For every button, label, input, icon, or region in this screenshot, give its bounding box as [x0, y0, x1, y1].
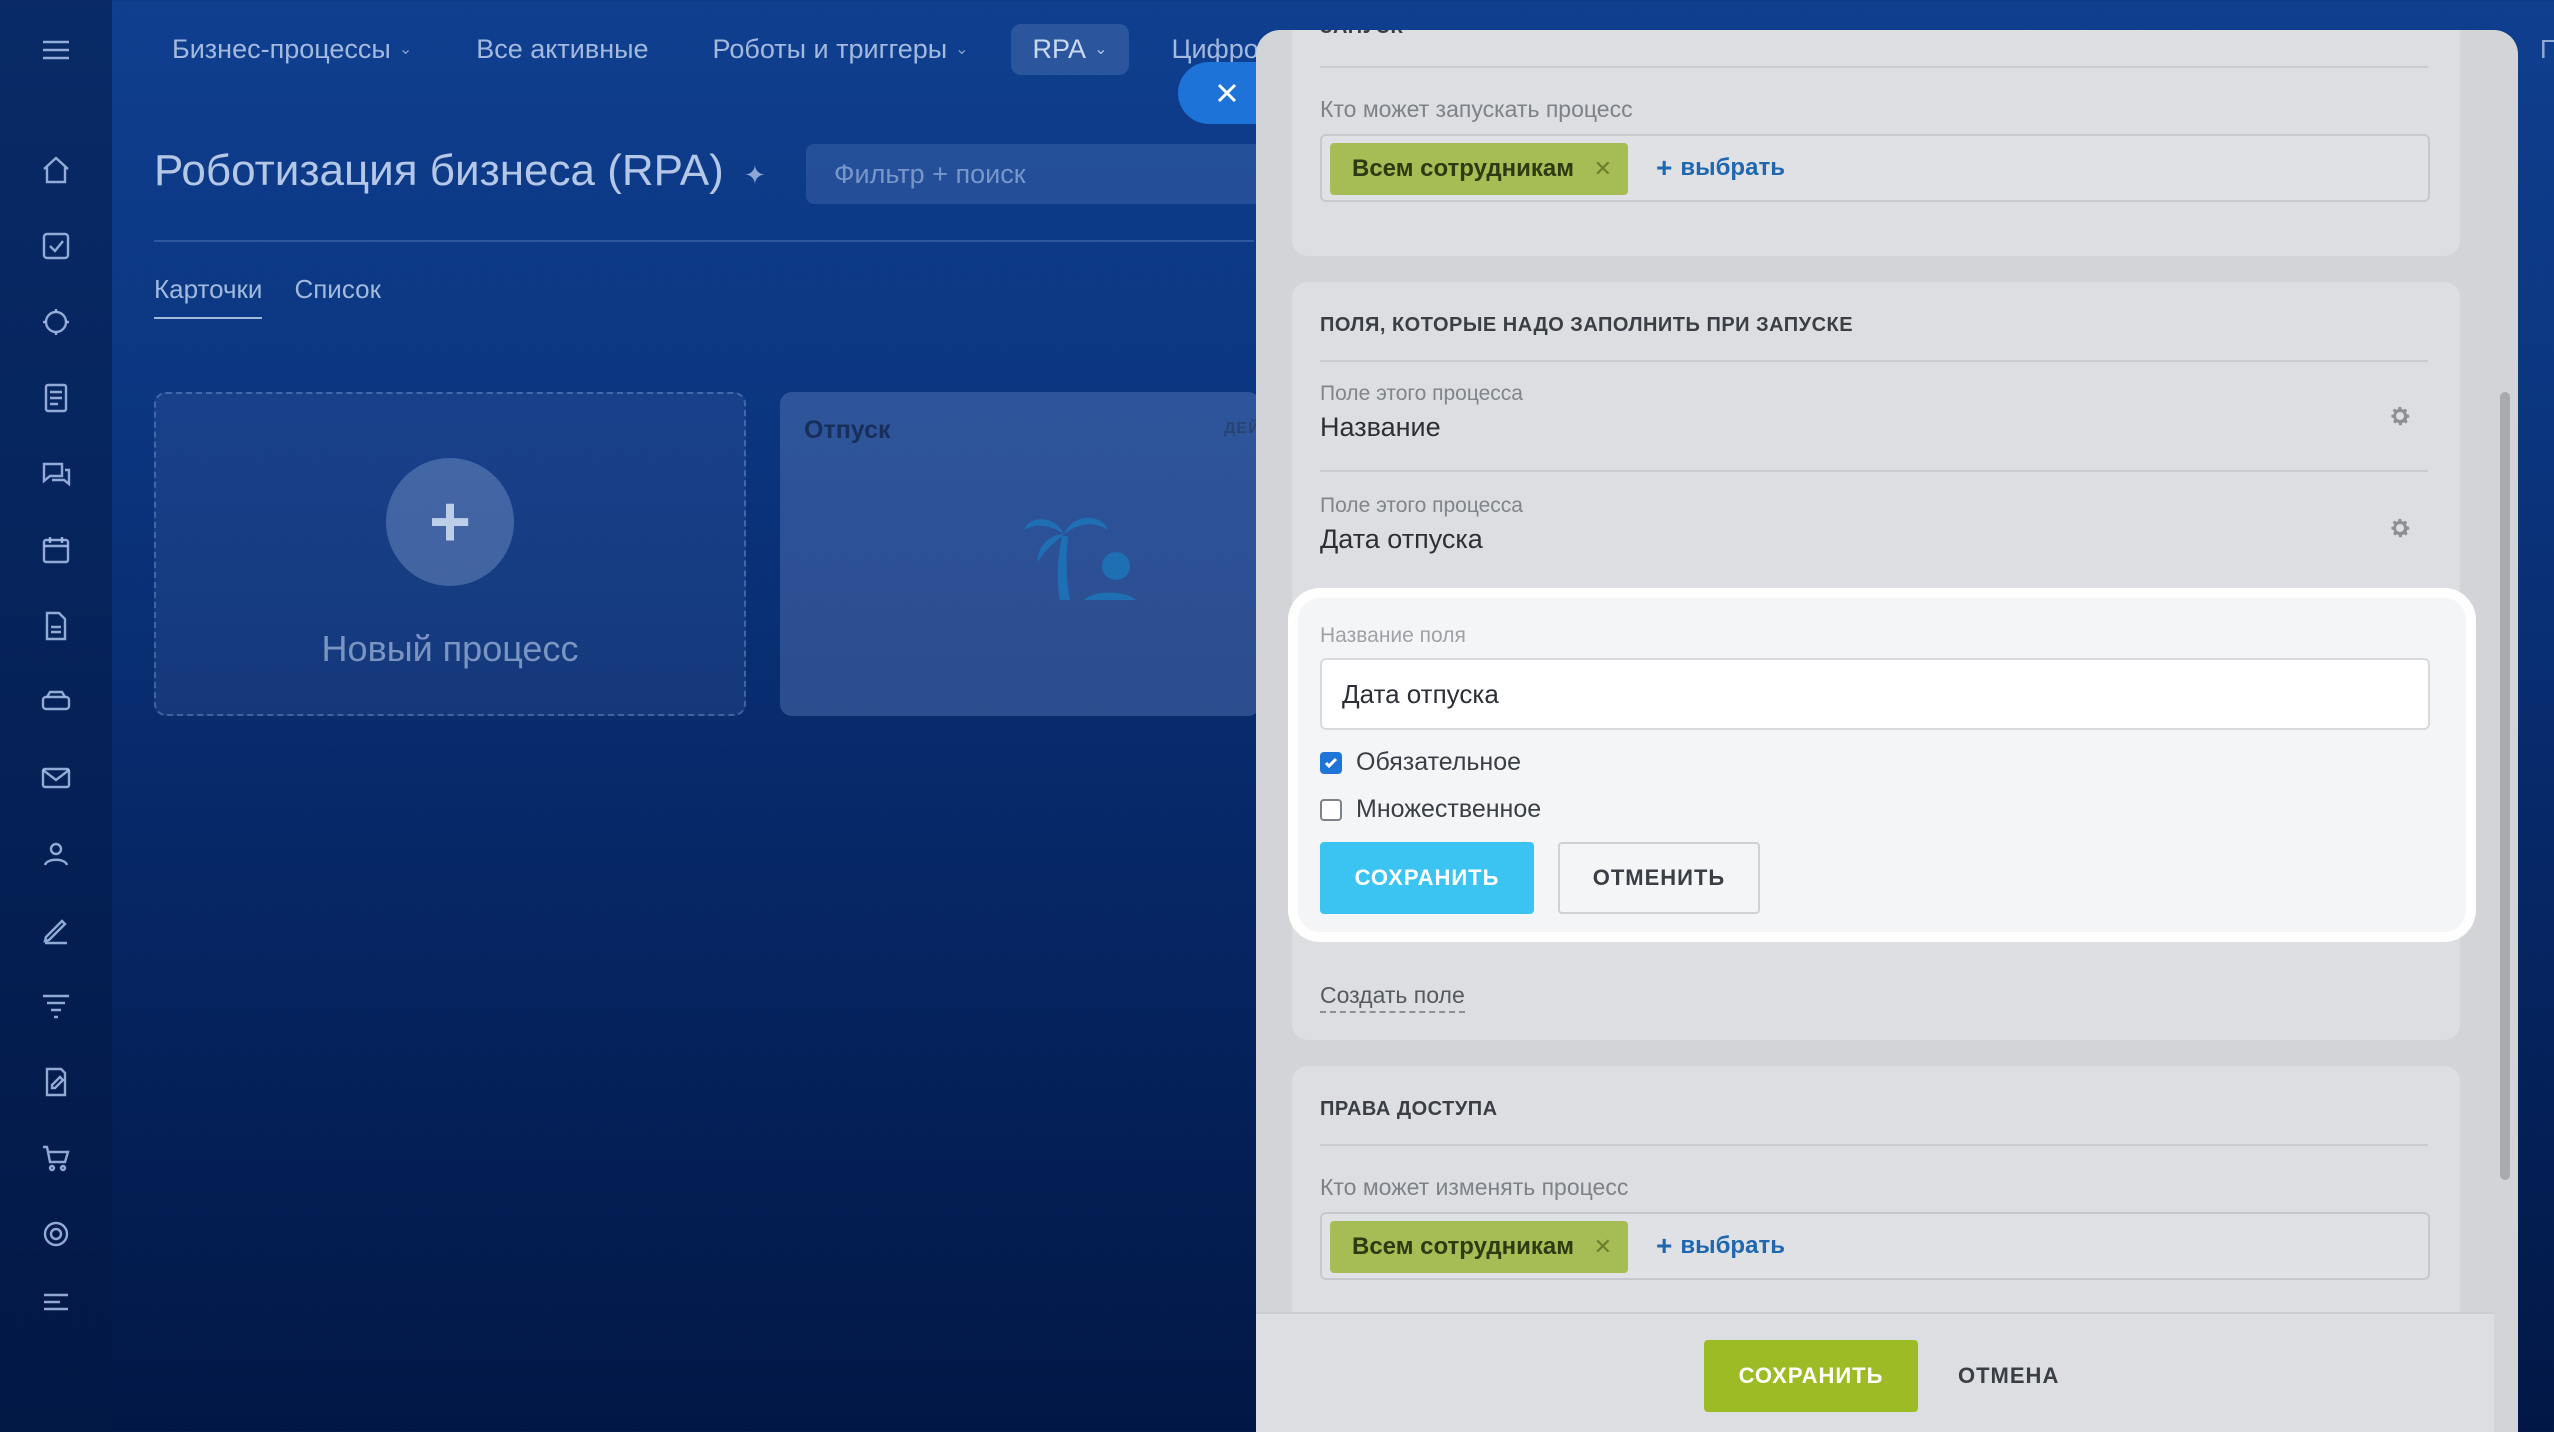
nav-overflow-label: П: [2540, 34, 2554, 64]
menu-icon[interactable]: [34, 28, 78, 72]
add-link-label: выбрать: [1680, 154, 1785, 181]
check-icon: [1324, 757, 1338, 768]
access-tag: Всем сотрудникам ✕: [1330, 1221, 1628, 1273]
chevron-down-icon: ⌄: [955, 41, 969, 58]
nav-robots-triggers[interactable]: Роботы и триггеры ⌄: [691, 24, 991, 75]
multiple-label: Множественное: [1356, 795, 1542, 823]
section-title: ПОЛЯ, КОТОРЫЕ НАДО ЗАПОЛНИТЬ ПРИ ЗАПУСКЕ: [1320, 314, 1854, 336]
page-title: Роботизация бизнеса (RPA): [154, 146, 724, 195]
required-checkbox-row[interactable]: Обязательное: [1320, 748, 1521, 777]
plus-icon: +: [1656, 1230, 1673, 1261]
filter-search-input[interactable]: Фильтр + поиск: [806, 144, 1306, 204]
access-who-caption: Кто может изменять процесс: [1320, 1174, 1629, 1200]
plus-icon: +: [1656, 152, 1673, 183]
field-row-value: Название: [1320, 412, 1441, 442]
chevron-down-icon: ⌄: [1094, 41, 1108, 58]
divider: [1320, 66, 2428, 68]
tasks-icon[interactable]: [34, 224, 78, 268]
target-icon[interactable]: [34, 1212, 78, 1256]
multiple-checkbox[interactable]: [1320, 798, 1342, 821]
gear-icon[interactable]: [2388, 404, 2412, 428]
nav-business-processes[interactable]: Бизнес-процессы ⌄: [150, 24, 434, 75]
card-title: Отпуск: [804, 416, 891, 444]
field-name-value: Дата отпуска: [1342, 678, 1499, 709]
filter-placeholder: Фильтр + поиск: [834, 158, 1026, 189]
field-edit-form: Название поля Дата отпуска Обязательное …: [1298, 598, 2466, 932]
launch-access-selector[interactable]: Всем сотрудникам ✕ + выбрать: [1320, 134, 2430, 202]
chevron-down-icon: ⌄: [398, 41, 413, 58]
close-panel-button[interactable]: [1178, 62, 1268, 124]
launch-section: ЗАПУСК Кто может запускать процесс Всем …: [1292, 30, 2460, 256]
save-button[interactable]: СОХРАНИТЬ: [1704, 1340, 1918, 1412]
access-tag: Всем сотрудникам ✕: [1330, 143, 1628, 195]
nav-label: RPA: [1032, 33, 1087, 64]
funnel-icon[interactable]: [34, 984, 78, 1028]
nav-label: Все активные: [476, 33, 649, 64]
chat-icon[interactable]: [34, 452, 78, 496]
required-checkbox[interactable]: [1320, 751, 1342, 774]
divider: [1320, 1144, 2428, 1146]
remove-tag-icon[interactable]: ✕: [1594, 1234, 1612, 1260]
document-icon[interactable]: [34, 376, 78, 420]
cancel-field-button[interactable]: ОТМЕНИТЬ: [1558, 842, 1760, 914]
field-name-caption: Название поля: [1320, 624, 1466, 647]
required-label: Обязательное: [1356, 748, 1522, 776]
sign-icon[interactable]: [34, 908, 78, 952]
cart-icon[interactable]: [34, 1136, 78, 1180]
save-field-button[interactable]: СОХРАНИТЬ: [1320, 842, 1534, 914]
section-title: ЗАПУСК: [1320, 30, 1403, 39]
contacts-icon[interactable]: [34, 832, 78, 876]
launch-who-caption: Кто может запускать процесс: [1320, 96, 1633, 122]
nav-label: Роботы и триггеры: [712, 33, 948, 64]
tab-list[interactable]: Список: [294, 274, 381, 319]
new-process-card[interactable]: + Новый процесс: [154, 392, 746, 716]
divider: [1320, 360, 2428, 362]
add-link-label: выбрать: [1680, 1232, 1785, 1259]
edit-doc-icon[interactable]: [34, 1060, 78, 1104]
cancel-button[interactable]: ОТМЕНА: [1948, 1340, 2069, 1412]
mail-icon[interactable]: [34, 756, 78, 800]
add-access-link[interactable]: + выбрать: [1656, 154, 1785, 182]
remove-tag-icon[interactable]: ✕: [1594, 156, 1612, 182]
tab-cards[interactable]: Карточки: [154, 274, 263, 319]
drive-icon[interactable]: [34, 680, 78, 724]
field-row-caption: Поле этого процесса: [1320, 494, 1523, 517]
tag-label: Всем сотрудникам: [1352, 1233, 1574, 1260]
edit-access-selector[interactable]: Всем сотрудникам ✕ + выбрать: [1320, 1212, 2430, 1280]
home-icon[interactable]: [34, 148, 78, 192]
close-icon: [1217, 83, 1237, 103]
robots-icon[interactable]: [34, 300, 78, 344]
view-tabs: Карточки Список: [154, 274, 381, 319]
field-row-value: Дата отпуска: [1320, 524, 1483, 554]
left-sidebar: [0, 0, 112, 1432]
panel-scrollbar[interactable]: [2500, 392, 2510, 1180]
nav-all-active[interactable]: Все активные: [454, 24, 670, 75]
multiple-checkbox-row[interactable]: Множественное: [1320, 795, 1541, 824]
panel-footer: СОХРАНИТЬ ОТМЕНА: [1256, 1312, 2494, 1432]
more-icon[interactable]: [34, 1280, 78, 1324]
calendar-icon[interactable]: [34, 528, 78, 572]
top-navigation: Бизнес-процессы ⌄ Все активные Роботы и …: [150, 20, 1330, 78]
card-badge: ДЕЙ: [1224, 420, 1260, 437]
divider: [1320, 470, 2428, 472]
plus-icon: +: [386, 458, 514, 586]
nav-label: Бизнес-процессы: [172, 33, 391, 64]
field-name-input[interactable]: Дата отпуска: [1320, 658, 2430, 730]
section-title: ПРАВА ДОСТУПА: [1320, 1098, 1498, 1120]
create-field-link[interactable]: Создать поле: [1320, 982, 1465, 1013]
access-section: ПРАВА ДОСТУПА Кто может изменять процесс…: [1292, 1066, 2460, 1312]
field-row-caption: Поле этого процесса: [1320, 382, 1523, 405]
tag-label: Всем сотрудникам: [1352, 155, 1574, 182]
pin-icon[interactable]: ✦: [744, 160, 766, 191]
gear-icon[interactable]: [2388, 516, 2412, 540]
divider: [154, 240, 1254, 242]
new-process-label: Новый процесс: [321, 628, 579, 669]
palm-tree-icon: [1024, 517, 1136, 600]
file-icon[interactable]: [34, 604, 78, 648]
vacation-process-card[interactable]: Отпуск ДЕЙ: [780, 392, 1260, 716]
nav-rpa[interactable]: RPA ⌄: [1010, 23, 1130, 75]
add-access-link[interactable]: + выбрать: [1656, 1232, 1785, 1260]
